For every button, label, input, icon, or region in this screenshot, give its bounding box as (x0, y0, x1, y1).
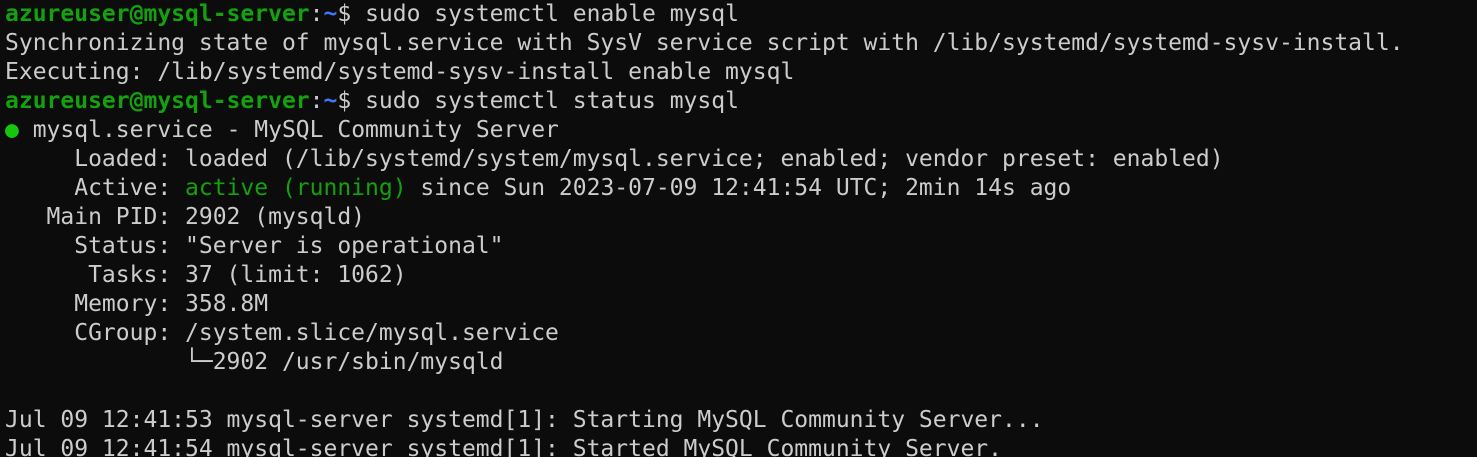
output-line: Synchronizing state of mysql.service wit… (5, 30, 1404, 56)
log-line: Jul 09 12:41:53 mysql-server systemd[1]:… (5, 407, 1044, 433)
terminal-window[interactable]: azureuser@mysql-server:~$ sudo systemctl… (0, 0, 1477, 457)
service-title-line: ● mysql.service - MySQL Community Server (5, 116, 1477, 145)
active-line: Active: active (running) since Sun 2023-… (5, 174, 1477, 203)
status-line: Status: "Server is operational" (5, 233, 504, 259)
tasks-line: Tasks: 37 (limit: 1062) (5, 262, 407, 288)
command-line-2: azureuser@mysql-server:~$ sudo systemctl… (5, 87, 1477, 116)
prompt-path: ~ (323, 88, 338, 114)
active-state: active (running) (185, 175, 407, 201)
main-pid-line: Main PID: 2902 (mysqld) (5, 204, 366, 230)
cgroup-child-line: └─2902 /usr/sbin/mysqld (5, 349, 504, 375)
prompt-dollar: $ (337, 88, 366, 114)
command-text: sudo systemctl enable mysql (365, 1, 739, 27)
prompt-user-host: azureuser@mysql-server (5, 1, 310, 27)
prompt-path: ~ (323, 1, 338, 27)
command-text: sudo systemctl status mysql (365, 88, 739, 114)
status-dot-icon: ● (5, 117, 19, 143)
prompt-dollar: $ (337, 1, 366, 27)
command-line-1: azureuser@mysql-server:~$ sudo systemctl… (5, 0, 1477, 29)
log-line: Jul 09 12:41:54 mysql-server systemd[1]:… (5, 436, 1002, 457)
prompt-colon: : (309, 1, 324, 27)
prompt-user-host: azureuser@mysql-server (5, 88, 310, 114)
output-line: Executing: /lib/systemd/systemd-sysv-ins… (5, 59, 795, 85)
active-label: Active: (5, 175, 186, 201)
active-since: since Sun 2023-07-09 12:41:54 UTC; 2min … (406, 175, 1072, 201)
prompt-colon: : (309, 88, 324, 114)
loaded-line: Loaded: loaded (/lib/systemd/system/mysq… (5, 146, 1224, 172)
service-title: mysql.service - MySQL Community Server (18, 117, 559, 143)
memory-line: Memory: 358.8M (5, 291, 269, 317)
cgroup-line: CGroup: /system.slice/mysql.service (5, 320, 559, 346)
